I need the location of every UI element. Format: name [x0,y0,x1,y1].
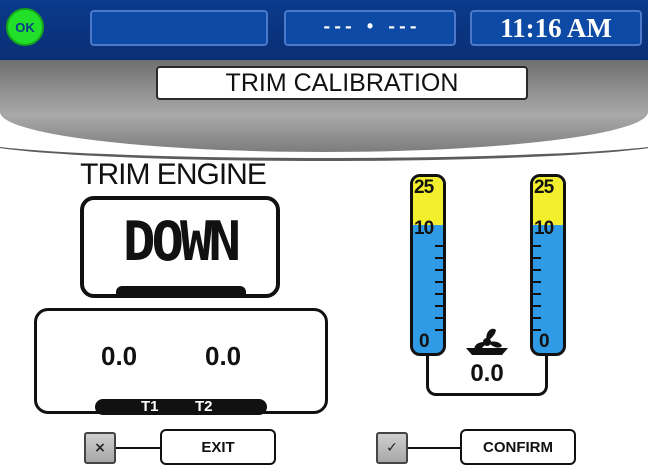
gauge-label-10: 10 [414,218,434,239]
gauge-label-0: 0 [419,331,430,352]
confirm-button[interactable]: CONFIRM [460,429,576,465]
status-ok-indicator: OK [6,8,44,46]
confirm-connector [408,447,460,449]
trim-tab-labels: T1 T2 [95,398,267,415]
clock-display: 11:16 AM [470,10,642,46]
exit-connector [116,447,160,449]
trim-angle-value: 0.0 [470,360,504,387]
trim-direction-text: DOWN [122,210,241,273]
t2-value: 0.0 [205,341,242,371]
exit-icon-button[interactable]: × [84,432,116,464]
check-icon: ✓ [386,440,398,456]
trim-angle-box: 0.0 [426,354,548,396]
gauge-label-25: 25 [534,177,554,198]
confirm-icon-button[interactable]: ✓ [376,432,408,464]
left-trim-gauge: 25 10 0 [410,174,446,356]
t1-value: 0.0 [101,341,138,371]
status-field-empty [90,10,268,46]
banner-divider [0,118,648,161]
page-title: TRIM CALIBRATION [156,66,528,100]
trim-engine-label: TRIM ENGINE [80,158,267,191]
t2-label: T2 [195,398,213,415]
status-bar: OK --- • --- 11:16 AM [0,0,648,62]
gauge-label-0: 0 [539,331,550,352]
gauge-label-10: 10 [534,218,554,239]
gauge-label-25: 25 [414,177,434,198]
trim-direction-bar [116,286,246,298]
close-icon: × [94,440,106,456]
trim-readout-panel: 0.0 0.0 T1 T2 [34,308,328,415]
exit-button[interactable]: EXIT [160,429,276,465]
status-center-display: --- • --- [284,10,456,46]
trim-direction-indicator: DOWN [80,196,280,298]
t1-label: T1 [141,398,159,415]
right-trim-gauge: 25 10 0 [530,174,566,356]
